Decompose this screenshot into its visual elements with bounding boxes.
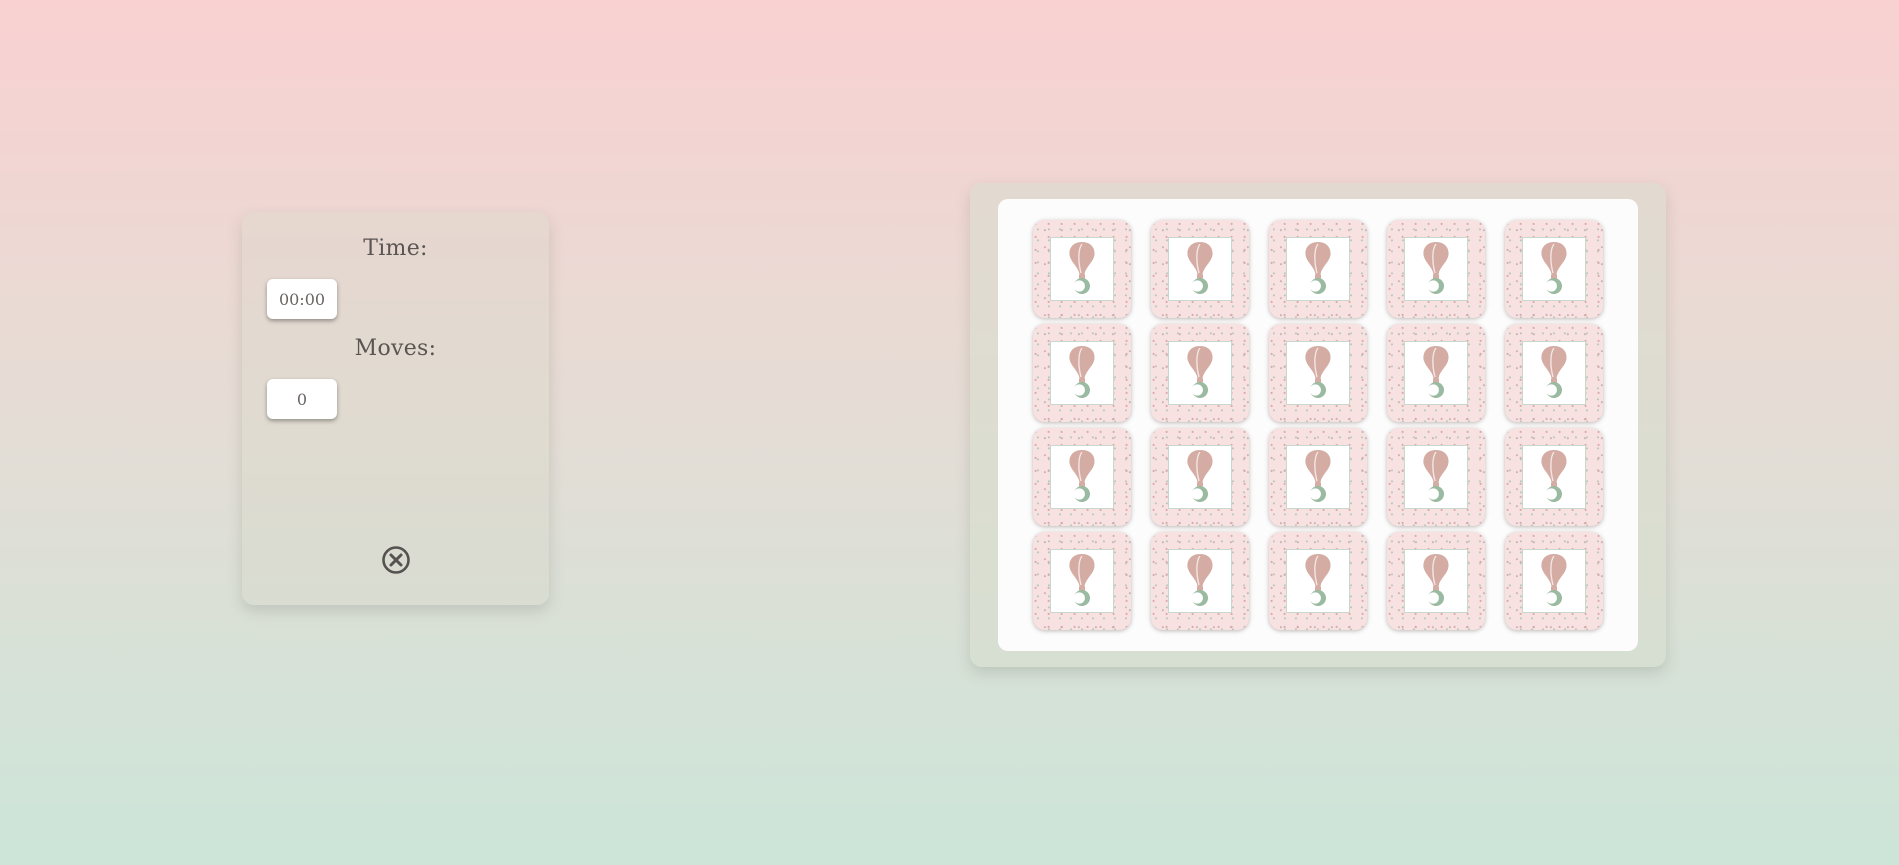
hot-air-balloon-icon (1423, 450, 1449, 502)
card-back-face (1522, 237, 1586, 301)
hot-air-balloon-icon (1305, 450, 1331, 502)
card-back-face (1286, 341, 1350, 405)
card-back-face (1522, 341, 1586, 405)
hot-air-balloon-icon (1187, 554, 1213, 606)
memory-card[interactable] (1387, 532, 1485, 630)
hot-air-balloon-icon (1187, 346, 1213, 398)
memory-card[interactable] (1387, 428, 1485, 526)
card-back-face (1404, 549, 1468, 613)
memory-card[interactable] (1269, 324, 1367, 422)
hot-air-balloon-icon (1069, 450, 1095, 502)
memory-card[interactable] (1033, 532, 1131, 630)
hot-air-balloon-icon (1305, 554, 1331, 606)
hot-air-balloon-icon (1305, 242, 1331, 294)
card-back-face (1050, 237, 1114, 301)
memory-card[interactable] (1387, 324, 1485, 422)
hot-air-balloon-icon (1305, 346, 1331, 398)
reset-button[interactable] (381, 545, 411, 575)
moves-value: 0 (267, 379, 337, 419)
card-back-face (1404, 237, 1468, 301)
hot-air-balloon-icon (1541, 242, 1567, 294)
card-back-face (1168, 341, 1232, 405)
memory-card[interactable] (1033, 428, 1131, 526)
card-back-face (1168, 549, 1232, 613)
hot-air-balloon-icon (1541, 554, 1567, 606)
memory-card[interactable] (1387, 220, 1485, 318)
memory-card[interactable] (1269, 428, 1367, 526)
memory-card[interactable] (1151, 428, 1249, 526)
hot-air-balloon-icon (1069, 554, 1095, 606)
memory-card[interactable] (1269, 532, 1367, 630)
card-back-face (1050, 549, 1114, 613)
card-back-face (1404, 341, 1468, 405)
card-back-face (1522, 445, 1586, 509)
memory-card[interactable] (1505, 532, 1603, 630)
hot-air-balloon-icon (1187, 242, 1213, 294)
memory-card[interactable] (1033, 220, 1131, 318)
hot-air-balloon-icon (1423, 242, 1449, 294)
card-back-face (1286, 445, 1350, 509)
memory-card[interactable] (1505, 220, 1603, 318)
card-back-face (1286, 549, 1350, 613)
memory-card[interactable] (1505, 324, 1603, 422)
memory-card[interactable] (1151, 220, 1249, 318)
hot-air-balloon-icon (1069, 242, 1095, 294)
card-back-face (1050, 445, 1114, 509)
memory-card[interactable] (1505, 428, 1603, 526)
hot-air-balloon-icon (1541, 450, 1567, 502)
memory-card[interactable] (1269, 220, 1367, 318)
moves-label: Moves: (354, 336, 437, 361)
memory-card[interactable] (1151, 324, 1249, 422)
stats-panel: Time: 00:00 Moves: 0 (242, 212, 549, 605)
close-circle-icon (382, 546, 410, 574)
hot-air-balloon-icon (1187, 450, 1213, 502)
card-back-face (1168, 445, 1232, 509)
card-grid (998, 199, 1638, 651)
game-board (970, 183, 1666, 667)
memory-card[interactable] (1033, 324, 1131, 422)
card-back-face (1286, 237, 1350, 301)
hot-air-balloon-icon (1541, 346, 1567, 398)
card-back-face (1050, 341, 1114, 405)
hot-air-balloon-icon (1423, 346, 1449, 398)
time-value: 00:00 (267, 279, 337, 319)
time-label: Time: (363, 236, 428, 261)
hot-air-balloon-icon (1069, 346, 1095, 398)
card-back-face (1404, 445, 1468, 509)
hot-air-balloon-icon (1423, 554, 1449, 606)
card-back-face (1522, 549, 1586, 613)
card-back-face (1168, 237, 1232, 301)
memory-card[interactable] (1151, 532, 1249, 630)
